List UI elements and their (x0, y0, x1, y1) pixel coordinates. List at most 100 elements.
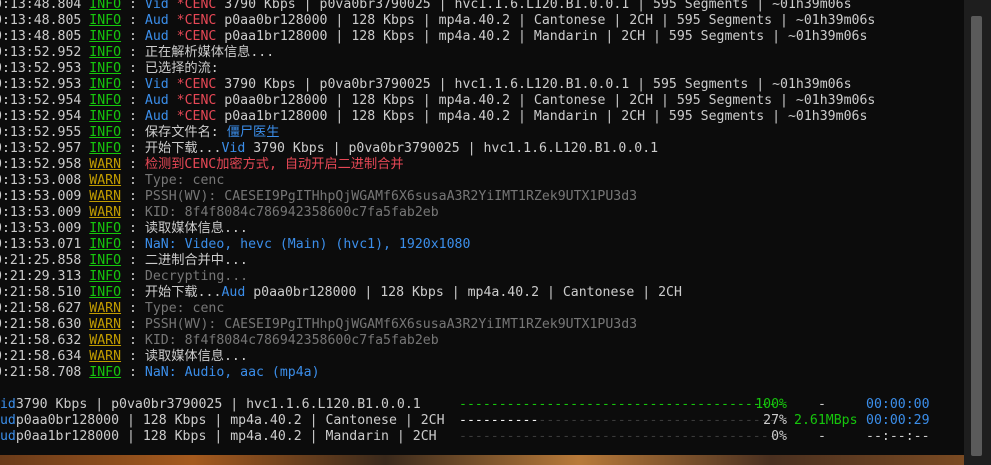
log-message-segment: KID: 8f4f8084c786942358600c7fa5fab2eb (144, 333, 439, 348)
log-message-segment: Aud (144, 13, 177, 28)
log-message-segment: *CENC (176, 93, 225, 108)
log-timestamp: 0:13:53.009 (0, 189, 90, 204)
log-timestamp: 0:13:52.955 (0, 125, 90, 140)
log-level-badge: INFO (89, 253, 122, 268)
log-line: 0:13:52.953 INFO : 已选择的流: (0, 61, 219, 77)
eta-time: --:--:-- (866, 429, 930, 444)
log-message-segment: : (121, 269, 145, 284)
log-timestamp: 0:13:53.009 (0, 221, 90, 236)
log-timestamp: 0:21:58.634 (0, 349, 90, 364)
log-timestamp: 0:13:48.805 (0, 29, 90, 44)
log-message-segment: : 读取媒体信息... (121, 349, 248, 364)
log-line: 0:13:52.953 INFO : Vid *CENC 3790 Kbps |… (0, 77, 852, 93)
eta-time: 00:00:00 (866, 397, 930, 412)
log-level-badge: INFO (89, 29, 122, 44)
log-line: 0:13:48.805 INFO : Aud *CENC p0aa0br1280… (0, 13, 875, 29)
progress-percent: 27% (763, 413, 787, 428)
log-timestamp: 0:21:29.313 (0, 269, 90, 284)
log-message-segment: Decrypting... (144, 269, 249, 284)
desktop-background-strip (0, 455, 964, 465)
log-message-segment: 检测到CENC加密方式, 自动开启二进制合并 (144, 157, 404, 172)
log-level-badge: INFO (89, 13, 122, 28)
log-message-segment: Vid (221, 141, 254, 156)
download-speed: 2.61MBps (794, 413, 858, 428)
log-line: 0:21:58.627 WARN : Type: cenc (0, 301, 224, 317)
log-timestamp: 0:13:52.954 (0, 93, 90, 108)
log-message-segment: : (121, 205, 145, 220)
log-message-segment: Aud (144, 93, 177, 108)
log-line: 0:21:25.858 INFO : 二进制合并中... (0, 253, 248, 269)
log-line: 0:21:58.510 INFO : 开始下载...Aud p0aa0br128… (0, 285, 682, 301)
log-message-segment: : (121, 317, 145, 332)
log-message-segment: *CENC (176, 77, 225, 92)
log-level-badge: WARN (89, 173, 122, 188)
log-line: 0:13:52.954 INFO : Aud *CENC p0aa1br1280… (0, 109, 867, 125)
log-message-segment: 3790 Kbps | p0va0br3790025 | hvc1.1.6.L1… (224, 77, 852, 92)
log-message-segment: : 正在解析媒体信息... (121, 45, 275, 60)
log-line: 0:13:52.954 INFO : Aud *CENC p0aa0br1280… (0, 93, 875, 109)
log-message-segment: : (121, 77, 145, 92)
log-message-segment: Aud (144, 109, 177, 124)
log-message-segment: : (121, 29, 145, 44)
log-message-segment: : 开始下载... (121, 141, 222, 156)
log-message-segment: : (121, 365, 145, 380)
log-level-badge: INFO (89, 237, 122, 252)
log-message-segment: Vid (144, 0, 177, 12)
log-message-segment: NaN: Audio, aac (mp4a) (144, 365, 320, 380)
log-level-badge: INFO (89, 109, 122, 124)
log-level-badge: INFO (89, 93, 122, 108)
log-line: 0:21:29.313 INFO : Decrypting... (0, 269, 248, 285)
log-level-badge: INFO (89, 61, 122, 76)
progress-percent: 100% (755, 397, 787, 412)
log-timestamp: 0:13:53.008 (0, 173, 90, 188)
log-line: 0:13:53.071 INFO : NaN: Video, hevc (Mai… (0, 237, 470, 253)
log-level-badge: WARN (89, 205, 122, 220)
log-timestamp: 0:13:53.071 (0, 237, 90, 252)
log-message-segment: : 开始下载... (121, 285, 222, 300)
scrollbar-thumb[interactable] (971, 16, 982, 456)
log-message-segment: *CENC (176, 0, 225, 12)
log-level-badge: WARN (89, 301, 122, 316)
log-message-segment: Aud (144, 29, 177, 44)
log-level-badge: WARN (89, 317, 122, 332)
log-message-segment: p0aa0br128000 | 128 Kbps | mp4a.40.2 | C… (253, 285, 682, 300)
download-speed: - (818, 429, 826, 444)
log-message-segment: Vid (144, 77, 177, 92)
log-level-badge: WARN (89, 349, 122, 364)
log-message-segment: : (121, 93, 145, 108)
log-message-segment: : 读取媒体信息... (121, 221, 248, 236)
log-timestamp: 0:13:52.953 (0, 77, 90, 92)
log-level-badge: WARN (89, 157, 122, 172)
log-level-badge: INFO (89, 221, 122, 236)
log-timestamp: 0:21:58.708 (0, 365, 90, 380)
log-message-segment: PSSH(WV): CAESEI9PgITHhpQjWGAMf6X6susaA3… (144, 189, 638, 204)
log-message-segment: : (121, 173, 145, 188)
log-message-segment: PSSH(WV): CAESEI9PgITHhpQjWGAMf6X6susaA3… (144, 317, 638, 332)
log-level-badge: INFO (89, 365, 122, 380)
log-line: 0:13:48.805 INFO : Aud *CENC p0aa1br1280… (0, 29, 867, 45)
log-message-segment: *CENC (176, 29, 225, 44)
log-message-segment: 僵尸医生 (226, 125, 280, 140)
log-message-segment: 3790 Kbps | p0va0br3790025 | hvc1.1.6.L1… (253, 141, 659, 156)
log-level-badge: INFO (89, 0, 122, 12)
log-message-segment: : (121, 189, 145, 204)
log-timestamp: 0:21:58.510 (0, 285, 90, 300)
log-line: 0:21:58.630 WARN : PSSH(WV): CAESEI9PgIT… (0, 317, 637, 333)
log-line: 0:13:53.008 WARN : Type: cenc (0, 173, 224, 189)
log-timestamp: 0:13:52.958 (0, 157, 90, 172)
log-message-segment: : 保存文件名: (121, 125, 227, 140)
terminal-window[interactable]: 0:13:48.804 INFO : Vid *CENC 3790 Kbps |… (0, 0, 964, 465)
log-message-segment: Type: cenc (144, 173, 225, 188)
log-line: 0:13:52.958 WARN : 检测到CENC加密方式, 自动开启二进制合… (0, 157, 404, 173)
log-message-segment: p0aa1br128000 | 128 Kbps | mp4a.40.2 | M… (224, 29, 868, 44)
log-timestamp: 0:13:52.954 (0, 109, 90, 124)
log-timestamp: 0:13:52.952 (0, 45, 90, 60)
log-level-badge: INFO (89, 77, 122, 92)
log-message-segment: Aud (221, 285, 254, 300)
log-message-segment: : 二进制合并中... (121, 253, 248, 268)
log-level-badge: WARN (89, 189, 122, 204)
log-message-segment: *CENC (176, 109, 225, 124)
terminal-scrollbar[interactable] (964, 0, 991, 465)
log-level-badge: WARN (89, 333, 122, 348)
log-line: 0:21:58.632 WARN : KID: 8f4f8084c7869423… (0, 333, 439, 349)
